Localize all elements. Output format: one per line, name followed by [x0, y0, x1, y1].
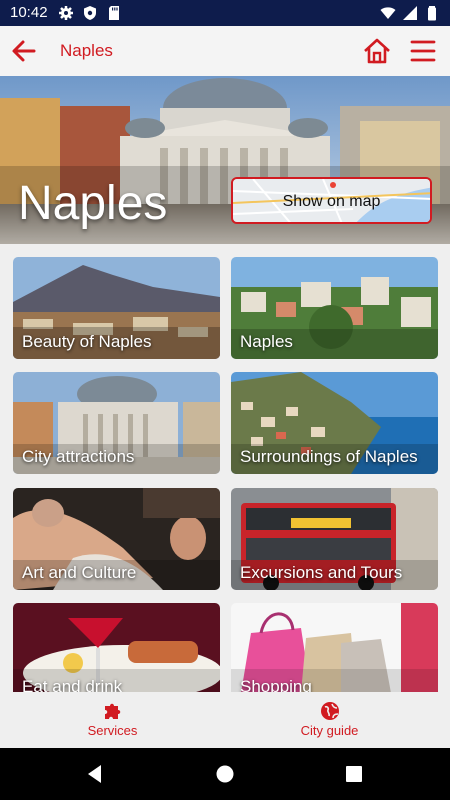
tile-excursions-and-tours[interactable]: Excursions and Tours	[231, 488, 438, 590]
gear-icon	[59, 6, 73, 20]
signal-icon	[403, 6, 417, 20]
sd-card-icon	[109, 6, 119, 20]
tile-eat-and-drink[interactable]: Eat and drink	[13, 603, 220, 693]
tile-label: Shopping	[240, 677, 312, 693]
puzzle-icon	[105, 703, 121, 719]
hero-banner: Naples Show on map	[0, 76, 450, 244]
arrow-left-icon[interactable]	[8, 35, 40, 67]
tile-city-attractions[interactable]: City attractions	[13, 372, 220, 474]
nav-services-label: Services	[87, 723, 138, 738]
status-bar: 10:42	[0, 0, 450, 26]
tile-label: Surroundings of Naples	[240, 447, 418, 466]
bottom-navigation: Services City guide	[0, 692, 450, 748]
back-triangle-icon[interactable]	[83, 762, 107, 786]
nav-city-guide[interactable]: City guide	[217, 692, 442, 748]
wifi-icon	[380, 7, 396, 19]
tile-surroundings-of-naples[interactable]: Surroundings of Naples	[231, 372, 438, 474]
shield-icon	[84, 6, 96, 20]
hero-title: Naples	[18, 177, 168, 230]
tile-art-and-culture[interactable]: Art and Culture	[13, 488, 220, 590]
nav-services[interactable]: Services	[0, 692, 225, 748]
home-circle-icon[interactable]	[213, 762, 237, 786]
hamburger-icon[interactable]	[408, 36, 438, 66]
show-on-map-button[interactable]: Show on map	[231, 177, 432, 224]
battery-icon	[428, 6, 436, 21]
tile-beauty-of-naples[interactable]: Beauty of Naples	[13, 257, 220, 359]
tile-label: Beauty of Naples	[22, 332, 152, 351]
show-on-map-label: Show on map	[282, 193, 381, 210]
tile-label: Excursions and Tours	[240, 563, 403, 582]
tile-naples[interactable]: Naples	[231, 257, 438, 359]
tile-label: City attractions	[22, 447, 135, 466]
tile-label: Art and Culture	[22, 563, 137, 582]
status-time: 10:42	[10, 4, 48, 21]
tile-shopping[interactable]: Shopping	[231, 603, 438, 693]
page-title: Naples	[60, 41, 113, 60]
system-navigation-bar	[0, 748, 450, 800]
home-icon[interactable]	[362, 36, 392, 66]
tile-label: Eat and drink	[22, 677, 123, 693]
nav-city-guide-label: City guide	[300, 723, 359, 738]
globe-icon	[321, 702, 339, 720]
recents-square-icon[interactable]	[342, 762, 366, 786]
tile-label: Naples	[240, 332, 293, 351]
app-bar: Naples	[0, 26, 450, 76]
